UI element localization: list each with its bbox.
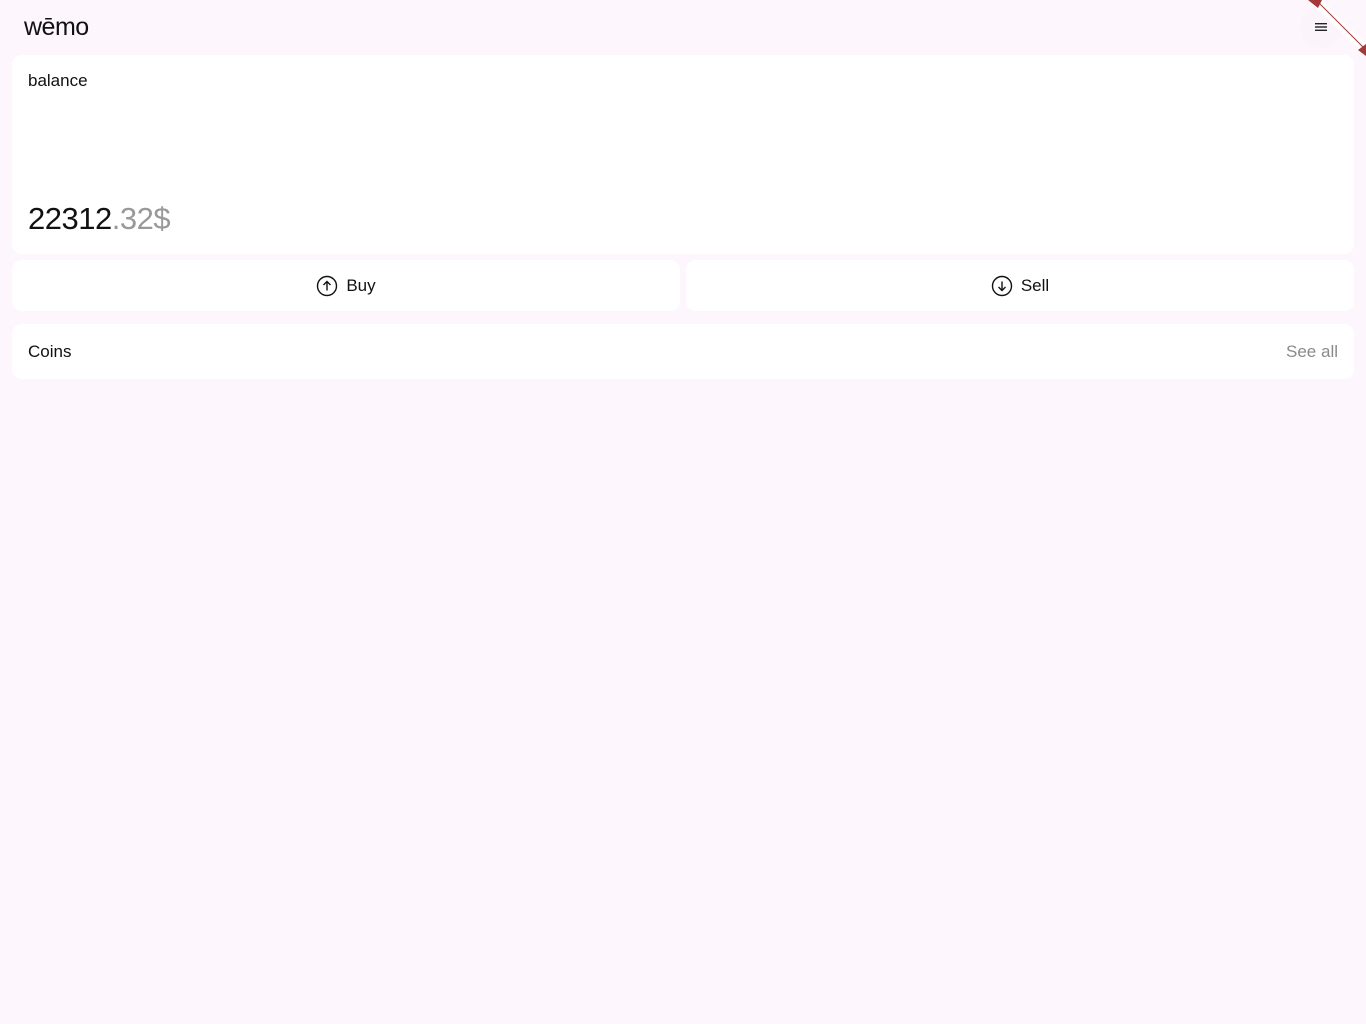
arrow-down-circle-icon <box>991 275 1013 297</box>
top-header: wēmo <box>0 0 1366 56</box>
sell-button[interactable]: Sell <box>686 260 1354 311</box>
buy-label: Buy <box>346 275 376 295</box>
balance-amount: 22312.32$ <box>28 201 171 237</box>
sell-label: Sell <box>1020 275 1050 295</box>
buy-button[interactable]: Buy <box>12 260 680 311</box>
balance-label: balance <box>28 71 88 90</box>
app-logo[interactable]: wēmo <box>24 12 89 42</box>
balance-card: balance 22312.32$ <box>12 55 1354 254</box>
see-all-link[interactable]: See all <box>1286 342 1338 362</box>
balance-decimal: .32$ <box>111 201 171 236</box>
corner-ribbon <box>1306 0 1366 58</box>
balance-integer: 22312 <box>28 201 112 236</box>
app-page: wēmo balance 22312.32$ Buy Sell Coins Se… <box>0 0 1366 1024</box>
coins-title: Coins <box>28 342 72 361</box>
arrow-up-circle-icon <box>316 275 338 297</box>
coins-section: Coins See all <box>12 324 1354 379</box>
